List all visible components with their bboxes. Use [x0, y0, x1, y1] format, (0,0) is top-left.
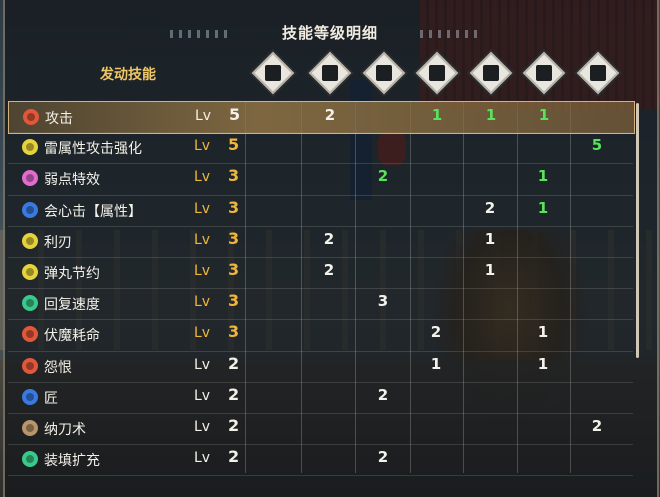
skill-point-cell: 1: [537, 167, 549, 186]
skill-row[interactable]: 弹丸节约 Lv 3 2 1: [8, 257, 633, 288]
skill-point-cell: 2: [377, 385, 389, 404]
skill-name: 攻击: [45, 111, 73, 127]
skill-name: 利刃: [44, 234, 72, 251]
skill-level: 2: [228, 353, 240, 373]
skill-point-cell: 1: [485, 106, 497, 124]
skill-row[interactable]: 纳刀术 Lv 2 2: [8, 413, 633, 444]
skill-name: 会心击【属性】: [44, 203, 142, 220]
skill-point-cell: 5: [591, 136, 603, 155]
level-prefix: Lv: [194, 138, 211, 155]
level-prefix: Lv: [194, 169, 211, 186]
skill-point-cell: 1: [537, 198, 549, 217]
skill-name: 装填扩充: [44, 453, 100, 470]
skill-point-cell: 1: [430, 354, 442, 373]
level-prefix: Lv: [194, 294, 211, 311]
skill-icon: [22, 201, 38, 218]
active-skills-label: 发动技能: [100, 67, 156, 83]
skill-point-cell: 2: [323, 229, 335, 248]
skill-point-cell: 2: [324, 106, 336, 124]
level-prefix: Lv: [194, 231, 211, 248]
skill-icon: [22, 170, 38, 187]
skill-icon: [22, 232, 38, 249]
skill-row[interactable]: 雷属性攻击强化 Lv 5 5: [8, 132, 633, 163]
skill-row[interactable]: 伏魔耗命 Lv 3 2 1: [8, 319, 633, 350]
level-prefix: Lv: [194, 356, 211, 373]
skill-level: 3: [228, 166, 240, 186]
skill-point-cell: 1: [538, 106, 550, 124]
skill-icon: [22, 451, 38, 468]
skill-level: 5: [229, 105, 241, 124]
level-prefix: Lv: [194, 263, 211, 279]
skill-level: 2: [228, 416, 240, 435]
skill-point-cell: 2: [323, 261, 335, 279]
skill-icon: [22, 139, 38, 156]
scrollbar[interactable]: [636, 103, 639, 358]
skill-point-cell: 2: [377, 448, 389, 467]
skill-point-cell: 2: [484, 198, 496, 217]
skill-icon: [22, 357, 38, 374]
skill-point-cell: 2: [430, 323, 442, 342]
skill-icon: [22, 264, 38, 280]
skill-level: 5: [228, 135, 240, 155]
skill-point-cell: 2: [591, 417, 603, 435]
skill-name: 弹丸节约: [44, 266, 100, 282]
skill-point-cell: 2: [377, 167, 389, 186]
skill-level: 3: [228, 322, 240, 342]
skill-point-cell: 1: [431, 106, 443, 124]
skill-name: 弱点特效: [44, 172, 100, 189]
skill-level: 3: [228, 260, 240, 279]
skill-icon: [22, 388, 38, 405]
skill-row[interactable]: 弱点特效 Lv 3 2 1: [8, 163, 633, 194]
level-prefix: Lv: [194, 325, 211, 342]
skill-level: 2: [228, 447, 240, 467]
skill-level: 3: [228, 228, 240, 248]
skill-row[interactable]: 怨恨 Lv 2 1 1: [8, 351, 633, 382]
skill-icon: [22, 420, 38, 436]
skill-point-cell: 3: [377, 292, 389, 311]
skill-point-cell: 1: [537, 323, 549, 342]
row-divider: [8, 475, 633, 477]
skill-row[interactable]: 利刃 Lv 3 2 1: [8, 226, 633, 257]
skill-name: 匠: [44, 390, 58, 407]
level-prefix: Lv: [194, 450, 211, 467]
skill-point-cell: 1: [537, 354, 549, 373]
skill-row[interactable]: 匠 Lv 2 2: [8, 382, 633, 413]
skill-row[interactable]: 装填扩充 Lv 2 2: [8, 444, 633, 475]
skill-icon: [22, 326, 38, 343]
skill-name: 回复速度: [44, 297, 100, 314]
page-title: 技能等级明细: [281, 24, 378, 42]
level-prefix: Lv: [195, 108, 212, 124]
skill-name: 雷属性攻击强化: [44, 141, 142, 158]
skill-name: 怨恨: [44, 359, 72, 376]
level-prefix: Lv: [194, 419, 211, 435]
skill-name: 伏魔耗命: [44, 328, 100, 345]
skill-point-cell: 1: [484, 261, 496, 279]
level-prefix: Lv: [194, 200, 211, 217]
skill-icon: [23, 109, 39, 125]
skill-level: 2: [228, 384, 240, 404]
skill-icon: [22, 295, 38, 312]
level-prefix: Lv: [194, 387, 211, 404]
skill-point-cell: 1: [484, 229, 496, 248]
skill-name: 纳刀术: [44, 422, 86, 438]
skill-row[interactable]: 攻击 Lv 5 2 1 1 1: [8, 101, 635, 134]
skill-level: 3: [228, 291, 240, 311]
skill-row[interactable]: 回复速度 Lv 3 3: [8, 288, 633, 319]
skill-row[interactable]: 会心击【属性】 Lv 3 2 1: [8, 195, 633, 226]
skill-level: 3: [228, 197, 240, 217]
